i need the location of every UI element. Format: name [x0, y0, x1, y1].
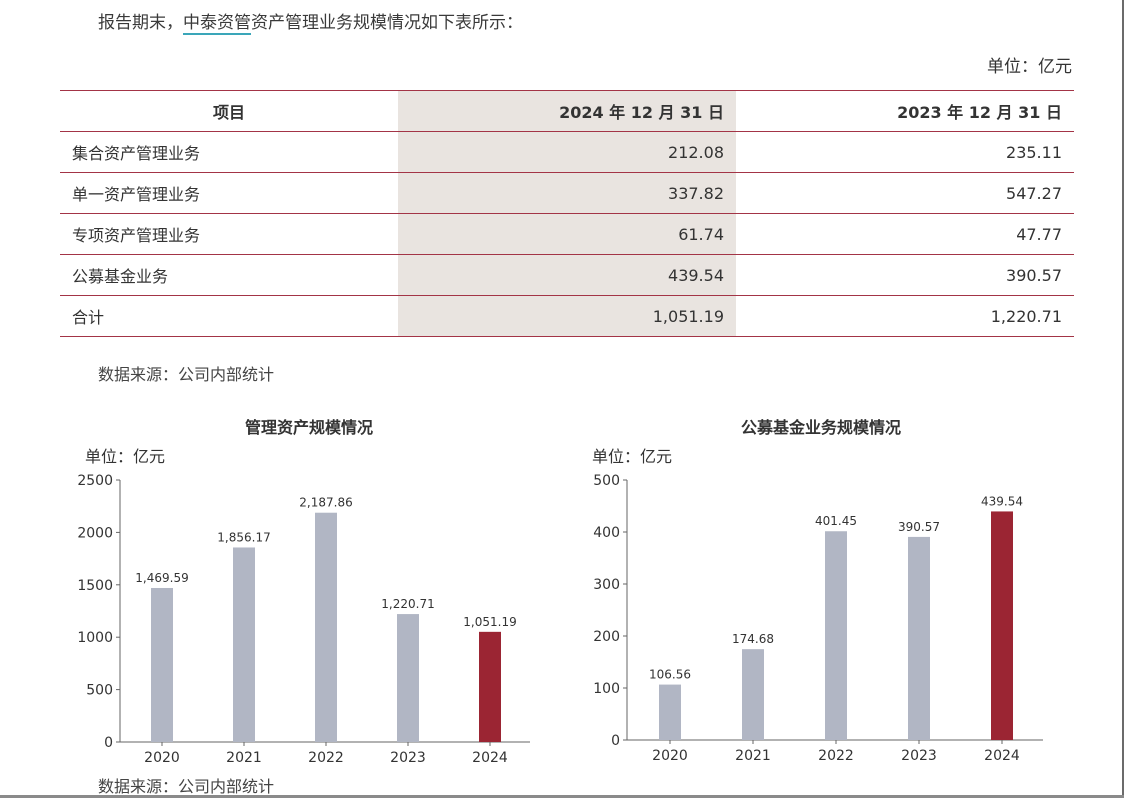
chart-2-value-label: 439.54 — [981, 494, 1023, 508]
chart-2-value-label: 174.68 — [732, 632, 774, 646]
chart-1-x-tick-label: 2023 — [390, 750, 426, 766]
chart-2-value-label: 106.56 — [649, 668, 691, 682]
chart-1-y-tick-label: 1500 — [77, 578, 113, 594]
managed-assets-bar-chart: 0 500 1000 1500 2000 2500 1,469.59 2020 1,856.17… — [77, 473, 530, 766]
chart-2-y-tick-label: 500 — [593, 473, 620, 489]
charts-canvas: 050010001500200025001,469.5920201,856.17… — [77, 473, 1043, 766]
chart-1-bar-2024 — [479, 631, 501, 742]
chart-2-bar-2020 — [659, 684, 681, 740]
public-fund-bar-chart: 0 100 200 300 400 500 106.56 2020 174.68 2021 401.… — [593, 473, 1043, 764]
chart-1-y-tick-label: 500 — [86, 683, 113, 699]
chart-1-y-tick-label: 2000 — [77, 525, 113, 541]
chart-2-y-tick-label: 400 — [593, 525, 620, 541]
chart-2-bar-2023 — [908, 536, 930, 740]
chart-1-y-tick-label: 2500 — [77, 473, 113, 489]
chart-2-bar-2022 — [825, 531, 847, 740]
chart-2-value-label: 390.57 — [898, 520, 940, 534]
chart-2-x-tick-label: 2022 — [818, 748, 854, 764]
chart-2-bar-2024 — [991, 511, 1013, 740]
chart-1-x-tick-label: 2020 — [144, 750, 180, 766]
chart-2-x-tick-label: 2021 — [735, 748, 771, 764]
chart-1-value-label: 1,220.71 — [381, 597, 434, 611]
chart-2-x-tick-label: 2020 — [652, 748, 688, 764]
chart-1-bar-2020 — [151, 587, 173, 742]
chart-2-value-label: 401.45 — [815, 514, 857, 528]
chart-1-value-label: 1,469.59 — [135, 571, 188, 585]
chart-1-value-label: 1,856.17 — [217, 530, 270, 544]
chart-1-x-tick-label: 2022 — [308, 750, 344, 766]
chart-2-y-tick-label: 0 — [611, 733, 620, 749]
chart-1-value-label: 2,187.86 — [299, 496, 352, 510]
chart-1-value-label: 1,051.19 — [463, 615, 516, 629]
chart-2-y-tick-label: 200 — [593, 629, 620, 645]
chart-1-bar-2021 — [233, 547, 255, 742]
chart-2-y-tick-label: 300 — [593, 577, 620, 593]
chart-2-x-tick-label: 2023 — [901, 748, 937, 764]
chart-2-y-tick-label: 100 — [593, 681, 620, 697]
chart-source-note: 数据来源：公司内部统计 — [98, 777, 275, 796]
chart-1-y-tick-label: 0 — [104, 735, 113, 751]
chart-2-bar-2021 — [742, 649, 764, 740]
chart-1-bar-2022 — [315, 512, 337, 742]
chart-1-bar-2023 — [397, 614, 419, 742]
chart-1-x-tick-label: 2024 — [472, 750, 508, 766]
chart-1-y-tick-label: 1000 — [77, 630, 113, 646]
chart-1-x-tick-label: 2021 — [226, 750, 262, 766]
chart-2-x-tick-label: 2024 — [984, 748, 1020, 764]
